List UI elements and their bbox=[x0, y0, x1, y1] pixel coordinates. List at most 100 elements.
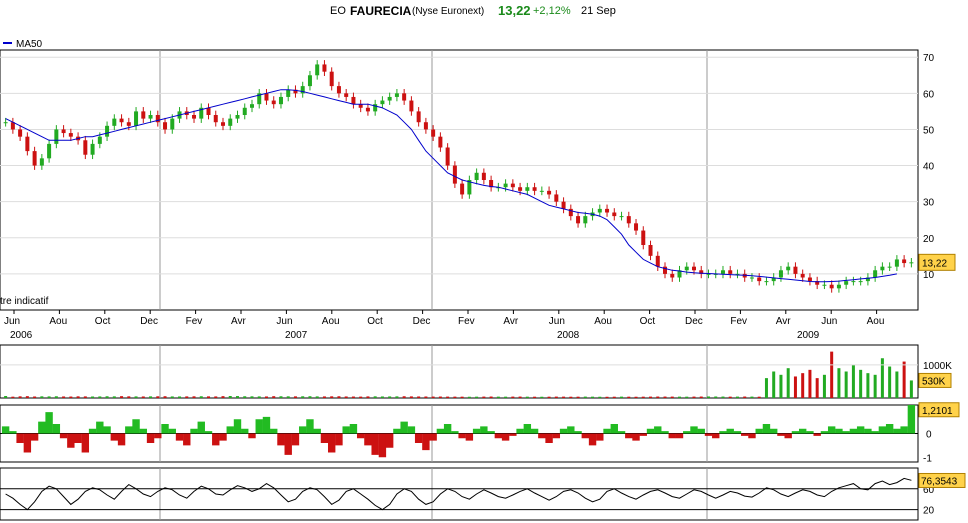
price-candle bbox=[691, 266, 696, 271]
volume-bar bbox=[409, 396, 413, 398]
oscillator-bar bbox=[103, 426, 111, 434]
price-candle bbox=[728, 270, 733, 274]
oscillator-bar bbox=[226, 426, 234, 434]
volume-bar bbox=[69, 396, 73, 398]
volume-bar bbox=[163, 396, 167, 398]
volume-bar bbox=[793, 376, 797, 398]
oscillator-bar bbox=[241, 428, 249, 434]
price-candle bbox=[612, 212, 617, 217]
volume-bar bbox=[402, 396, 406, 398]
oscillator-bar bbox=[864, 428, 872, 434]
volume-bar bbox=[627, 396, 631, 398]
price-candle bbox=[778, 270, 783, 278]
oscillator-bar bbox=[683, 431, 691, 434]
volume-bar bbox=[482, 396, 486, 398]
oscillator-bar bbox=[407, 426, 416, 434]
oscillator-bar bbox=[139, 428, 147, 434]
volume-bar bbox=[554, 396, 558, 398]
month-label: Jun bbox=[4, 316, 20, 327]
volume-bar bbox=[47, 396, 51, 398]
volume-bar bbox=[576, 396, 580, 398]
volume-bar bbox=[634, 396, 638, 398]
oscillator-bar bbox=[67, 433, 75, 448]
oscillator-bar bbox=[893, 428, 901, 434]
price-candle bbox=[423, 122, 428, 130]
price-candle bbox=[271, 100, 276, 105]
volume-bar bbox=[380, 396, 384, 398]
oscillator-bar bbox=[299, 426, 307, 434]
price-candle bbox=[851, 281, 856, 283]
price-note: tre indicatif bbox=[0, 296, 49, 307]
oscillator-bar bbox=[400, 421, 408, 434]
volume-bar bbox=[279, 396, 283, 398]
volume-bar bbox=[880, 358, 884, 398]
oscillator-bar bbox=[719, 431, 727, 434]
month-label: Oct bbox=[640, 316, 656, 327]
price-candle bbox=[221, 122, 226, 126]
oscillator-bar bbox=[480, 426, 488, 434]
price-candle bbox=[286, 89, 291, 97]
volume-bar bbox=[533, 396, 537, 398]
price-candle bbox=[329, 71, 334, 87]
volume-bar bbox=[54, 396, 58, 398]
price-candle bbox=[278, 96, 283, 105]
oscillator-bar bbox=[190, 428, 198, 434]
price-candle bbox=[836, 284, 841, 289]
oscillator-bar bbox=[74, 433, 82, 443]
price-tick-label: 10 bbox=[923, 270, 935, 281]
price-candle bbox=[126, 122, 131, 126]
volume-bar bbox=[728, 396, 732, 398]
price-candle bbox=[793, 266, 798, 274]
oscillator-bar bbox=[900, 426, 908, 434]
price-candle bbox=[764, 281, 769, 283]
oscillator-bar bbox=[712, 433, 720, 439]
month-label: Aou bbox=[594, 316, 612, 327]
oscillator-bar bbox=[342, 426, 350, 434]
month-label: Jun bbox=[276, 316, 292, 327]
price-candle bbox=[336, 86, 341, 94]
oscillator-bar bbox=[596, 433, 604, 441]
volume-bar bbox=[207, 396, 211, 398]
price-candle bbox=[416, 111, 421, 123]
volume-bar bbox=[315, 396, 319, 398]
oscillator-bar bbox=[762, 424, 771, 434]
price-candle bbox=[474, 172, 479, 180]
price-candle bbox=[192, 115, 197, 119]
oscillator-bar bbox=[871, 431, 879, 434]
price-candle bbox=[358, 104, 363, 108]
price-candle bbox=[452, 165, 457, 184]
oscillator-bar bbox=[385, 433, 394, 448]
price-candle bbox=[757, 277, 762, 282]
price-candle bbox=[525, 187, 530, 191]
volume-bar bbox=[844, 371, 848, 398]
volume-bar bbox=[112, 396, 116, 398]
year-label: 2009 bbox=[797, 330, 820, 341]
price-candle bbox=[619, 216, 624, 218]
volume-tick-label: 1000K bbox=[923, 361, 952, 372]
volume-bar bbox=[322, 396, 326, 398]
volume-bar bbox=[453, 396, 457, 398]
volume-bar bbox=[388, 396, 392, 398]
oscillator-bar bbox=[168, 428, 176, 434]
volume-bar bbox=[518, 396, 522, 398]
volume-bar bbox=[62, 396, 66, 398]
price-tick-label: 50 bbox=[923, 125, 935, 136]
oscillator-bar bbox=[52, 424, 61, 434]
volume-bar bbox=[888, 366, 892, 398]
price-candle bbox=[105, 125, 110, 137]
oscillator-bar bbox=[270, 428, 278, 434]
price-candle bbox=[47, 143, 52, 159]
year-label: 2006 bbox=[10, 330, 33, 341]
oscillator-bar bbox=[378, 433, 387, 458]
oscillator-bar bbox=[791, 431, 800, 434]
oscillator-bar bbox=[59, 433, 68, 439]
oscillator-bar bbox=[878, 426, 887, 434]
oscillator-bar bbox=[632, 433, 640, 441]
price-candle bbox=[322, 64, 327, 72]
oscillator-bar bbox=[741, 433, 749, 436]
oscillator-bar bbox=[262, 416, 271, 434]
price-candle bbox=[684, 266, 689, 271]
oscillator-bar bbox=[422, 433, 430, 451]
oscillator-bar bbox=[154, 433, 162, 439]
oscillator-bar bbox=[88, 428, 97, 434]
